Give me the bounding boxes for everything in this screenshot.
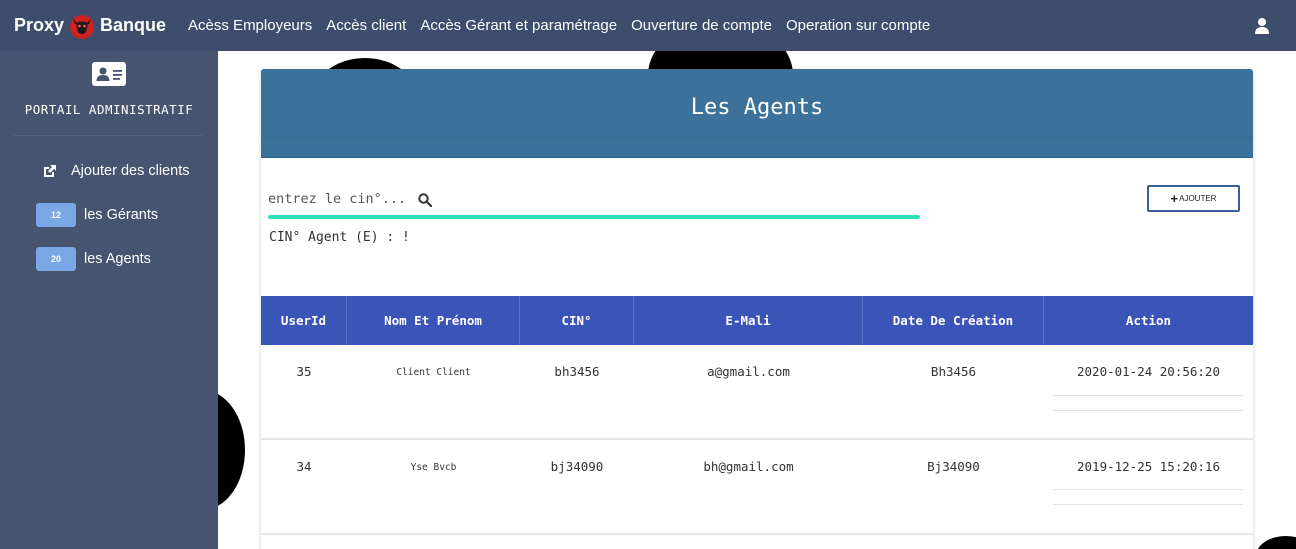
col-header-cin[interactable]: CIN° — [520, 296, 634, 345]
col-header-date[interactable]: Date De Création — [863, 296, 1044, 345]
sidebar-item-add-clients[interactable]: Ajouter des clients — [42, 163, 189, 179]
page-title: Les Agents — [690, 95, 824, 120]
search-bar — [268, 190, 920, 219]
portal-title: PORTAIL ADMINISTRATIF — [24, 102, 194, 117]
sidebar-item-agents[interactable]: 20 les Agents — [36, 247, 151, 271]
nav-ouverture-compte[interactable]: Ouverture de compte — [631, 17, 772, 34]
nav-operation-compte[interactable]: Operation sur compte — [786, 17, 930, 34]
search-icon[interactable] — [418, 193, 432, 207]
agents-card: Les Agents CIN° Agent (E) : ! + AJOUTER … — [261, 69, 1253, 549]
action-placeholder — [1053, 395, 1243, 425]
count-badge: 20 — [36, 247, 76, 271]
plus-icon: + — [1170, 191, 1179, 206]
sidebar-item-label: Ajouter des clients — [71, 163, 190, 179]
cell-date: Bj34090 — [927, 459, 980, 474]
col-header-action[interactable]: Action — [1044, 296, 1253, 345]
card-header: Les Agents — [261, 69, 1253, 158]
cell-nom: Client Client — [396, 367, 471, 378]
cell-userid: 34 — [296, 459, 312, 474]
col-header-userid[interactable]: UserId — [261, 296, 347, 345]
id-card-icon — [92, 62, 126, 86]
table-header: UserId Nom Et Prénom CIN° E-Mali Date De… — [261, 296, 1253, 345]
cell-userid: 35 — [296, 364, 312, 379]
sidebar-item-label: les Gérants — [84, 207, 159, 223]
decorative-blob — [1256, 536, 1296, 549]
action-placeholder — [1053, 489, 1243, 519]
brand-name-left: Proxy — [14, 15, 65, 35]
brand-name-right: Banque — [100, 15, 167, 35]
nav-gerant[interactable]: Accès Gérant et paramétrage — [420, 17, 617, 34]
table-row[interactable]: 35 Client Client bh3456 a@gmail.com Bh34… — [261, 345, 1253, 440]
sidebar-divider — [14, 135, 202, 136]
search-input[interactable] — [268, 191, 408, 207]
cin-label: CIN° Agent (E) : ! — [269, 230, 410, 245]
divider — [1053, 504, 1243, 505]
col-header-nom[interactable]: Nom Et Prénom — [347, 296, 520, 345]
sidebar: PORTAIL ADMINISTRATIF Ajouter des client… — [0, 51, 218, 549]
brand[interactable]: Proxy Banque — [14, 12, 166, 40]
top-navbar: Proxy Banque Acèss Employeurs Accès clie… — [0, 0, 1296, 51]
table-row[interactable]: 34 Yse Bvcb bj34090 bh@gmail.com Bj34090… — [261, 440, 1253, 535]
sidebar-item-label: les Agents — [84, 251, 151, 267]
external-link-icon — [44, 164, 56, 177]
divider — [1053, 410, 1243, 411]
nav-employeurs[interactable]: Acèss Employeurs — [188, 17, 312, 34]
divider — [1053, 395, 1243, 396]
cell-cin: bh3456 — [554, 364, 600, 379]
agents-table: UserId Nom Et Prénom CIN° E-Mali Date De… — [261, 296, 1253, 535]
divider — [1053, 489, 1243, 490]
cell-cin: bj34090 — [550, 459, 604, 474]
sidebar-item-gerants[interactable]: 12 les Gérants — [36, 203, 158, 227]
main-nav: Acèss Employeurs Accès client Accès Géra… — [188, 17, 944, 34]
cell-action: 2019-12-25 15:20:16 — [1077, 459, 1220, 474]
cell-email: a@gmail.com — [707, 364, 790, 379]
col-header-email[interactable]: E-Mali — [634, 296, 863, 345]
cell-date: Bh3456 — [930, 364, 977, 379]
add-button-label: AJOUTER — [1179, 194, 1217, 203]
search-underline — [268, 215, 920, 219]
add-agent-button[interactable]: + AJOUTER — [1147, 185, 1240, 212]
header-divider — [261, 137, 1253, 138]
nav-client[interactable]: Accès client — [326, 17, 406, 34]
user-icon[interactable] — [1254, 17, 1270, 34]
cell-email: bh@gmail.com — [703, 459, 794, 474]
count-badge: 12 — [36, 203, 76, 227]
devil-logo-icon — [70, 14, 95, 39]
cell-nom: Yse Bvcb — [410, 462, 457, 473]
